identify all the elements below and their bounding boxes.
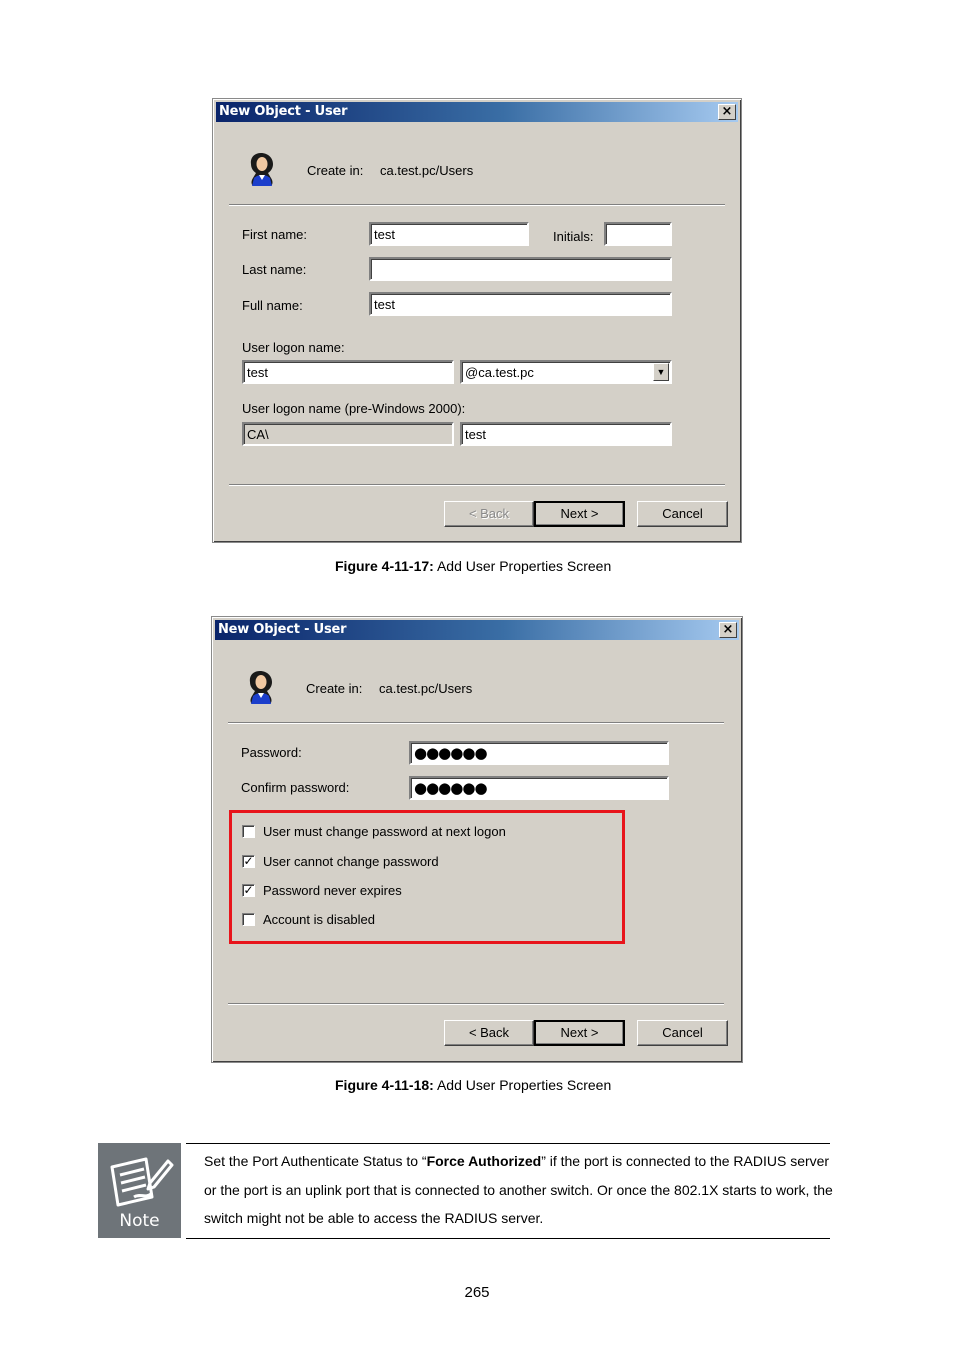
page-number: 265 xyxy=(464,1284,490,1301)
dialog-title: New Object - User xyxy=(218,622,347,637)
close-button[interactable]: × xyxy=(719,622,737,638)
new-object-user-dialog-2: New Object - User × Create in: ca.test.p… xyxy=(211,616,743,1063)
must-change-password-checkbox[interactable] xyxy=(242,825,255,838)
cancel-button[interactable]: Cancel xyxy=(637,1020,728,1046)
cancel-button[interactable]: Cancel xyxy=(637,501,728,527)
close-icon: × xyxy=(722,622,734,637)
password-label: Password: xyxy=(241,745,302,760)
password-never-expires-checkbox[interactable]: ✓ xyxy=(242,884,255,897)
title-bar: New Object - User × xyxy=(215,620,739,640)
account-disabled-label[interactable]: Account is disabled xyxy=(263,912,375,927)
create-in-label: Create in: xyxy=(307,163,364,178)
pre2000-domain-field: CA\ xyxy=(242,422,454,446)
note-text-before: Set the Port Authenticate Status to “ xyxy=(204,1153,427,1169)
note-label: Note xyxy=(119,1211,160,1231)
back-button[interactable]: < Back xyxy=(444,1020,534,1046)
logon-name-label: User logon name: xyxy=(242,340,345,355)
confirm-password-label: Confirm password: xyxy=(241,780,350,795)
first-name-input[interactable]: test xyxy=(369,222,529,246)
separator xyxy=(229,204,725,206)
user-icon xyxy=(249,671,272,704)
password-input[interactable]: ●●●●●● xyxy=(409,741,669,765)
next-button[interactable]: Next > xyxy=(534,1020,625,1046)
last-name-label: Last name: xyxy=(242,262,307,277)
figure-caption-2: Figure 4-11-18: Add User Properties Scre… xyxy=(335,1077,611,1093)
dialog-title: New Object - User xyxy=(219,104,348,119)
close-icon: × xyxy=(721,104,733,119)
domain-select-value: @ca.test.pc xyxy=(465,365,534,380)
back-button[interactable]: < Back xyxy=(444,501,534,527)
create-in-value: ca.test.pc/Users xyxy=(380,163,474,178)
user-icon xyxy=(250,153,273,186)
account-disabled-checkbox[interactable] xyxy=(242,913,255,926)
create-in-value: ca.test.pc/Users xyxy=(379,681,473,696)
first-name-label: First name: xyxy=(242,227,308,242)
title-bar: New Object - User × xyxy=(216,102,738,122)
chevron-down-icon[interactable]: ▼ xyxy=(653,363,669,381)
next-button[interactable]: Next > xyxy=(534,501,625,527)
close-button[interactable]: × xyxy=(718,104,736,120)
domain-select[interactable]: @ca.test.pc ▼ xyxy=(460,360,672,384)
note-top-rule xyxy=(186,1143,830,1144)
separator xyxy=(228,722,724,724)
new-object-user-dialog-1: New Object - User × Create in: ca.test.p… xyxy=(212,98,742,543)
create-in-label: Create in: xyxy=(306,681,363,696)
confirm-password-input[interactable]: ●●●●●● xyxy=(409,776,669,800)
caption-text: Add User Properties Screen xyxy=(433,1077,612,1093)
caption-text: Add User Properties Screen xyxy=(433,558,612,574)
initials-input[interactable] xyxy=(604,222,672,246)
password-never-expires-label[interactable]: Password never expires xyxy=(263,883,402,898)
note-text: Set the Port Authenticate Status to “For… xyxy=(204,1147,834,1233)
pre2000-logon-input[interactable]: test xyxy=(460,422,672,446)
full-name-input[interactable]: test xyxy=(369,292,672,316)
figure-caption-1: Figure 4-11-17: Add User Properties Scre… xyxy=(335,558,611,574)
logon-name-input[interactable]: test xyxy=(242,360,454,384)
must-change-password-label[interactable]: User must change password at next logon xyxy=(263,824,506,839)
separator xyxy=(229,484,725,486)
cannot-change-password-checkbox[interactable]: ✓ xyxy=(242,855,255,868)
last-name-input[interactable] xyxy=(369,257,672,281)
note-bottom-rule xyxy=(186,1238,830,1239)
note-icon: Note xyxy=(98,1143,181,1238)
notepad-pen-icon xyxy=(110,1157,174,1207)
pre2000-label: User logon name (pre-Windows 2000): xyxy=(242,401,466,416)
caption-bold: Figure 4-11-17: xyxy=(335,558,434,574)
separator xyxy=(228,1003,724,1005)
full-name-label: Full name: xyxy=(242,298,303,313)
initials-label: Initials: xyxy=(553,229,594,244)
note-text-bold: Force Authorized xyxy=(426,1153,542,1169)
caption-bold: Figure 4-11-18: xyxy=(335,1077,434,1093)
cannot-change-password-label[interactable]: User cannot change password xyxy=(263,854,439,869)
